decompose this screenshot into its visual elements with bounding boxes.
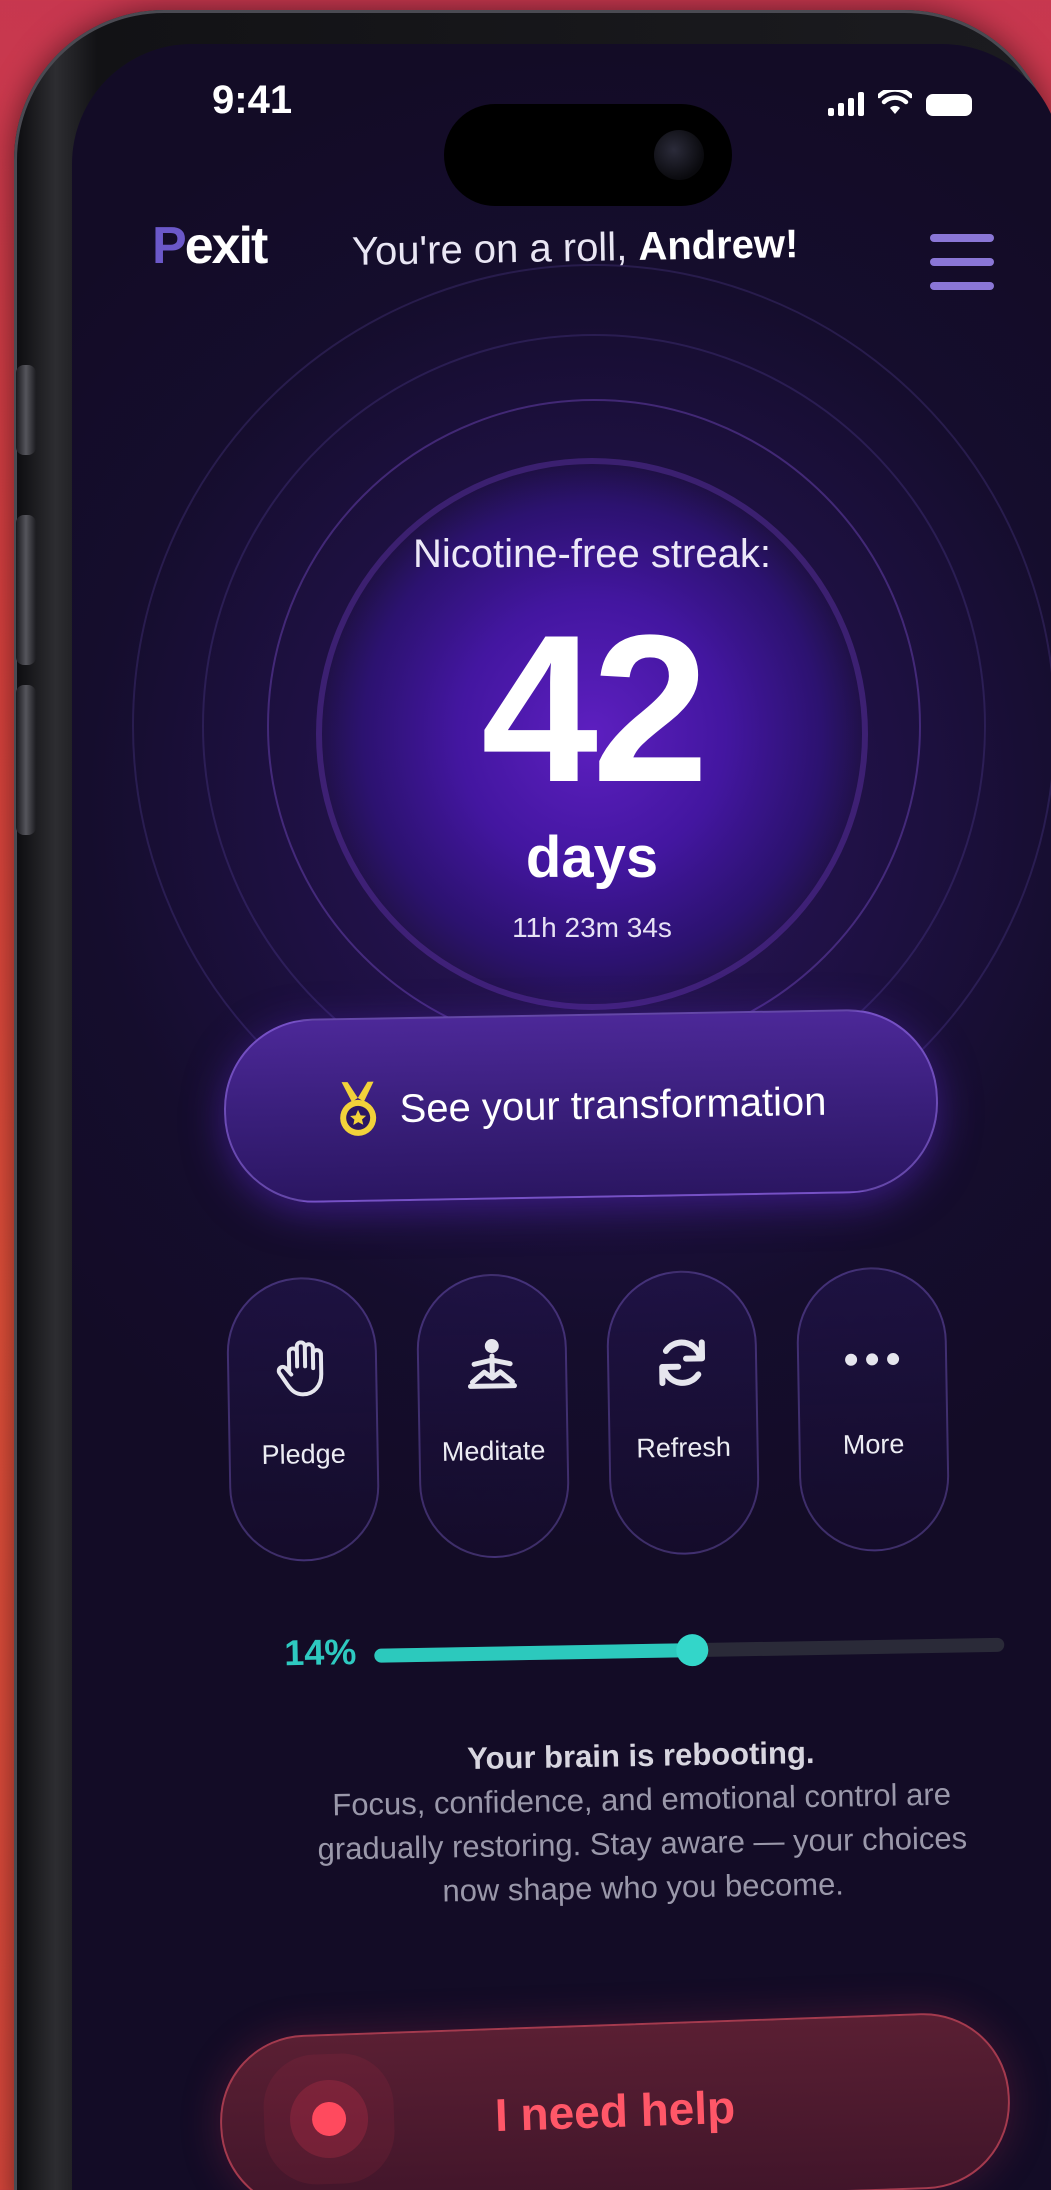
action-row: Pledge Meditate Refresh More	[225, 1265, 991, 1563]
more-button[interactable]: More	[795, 1266, 951, 1553]
volume-down-button	[16, 685, 36, 835]
status-message: Your brain is rebooting. Focus, confiden…	[291, 1728, 994, 1916]
progress-knob	[676, 1633, 709, 1667]
hand-icon	[272, 1339, 333, 1400]
progress-fill	[374, 1633, 709, 1667]
streak-elapsed-time: 11h 23m 34s	[512, 912, 672, 943]
app-screen: 9:41 Pexit You're on a roll, Andrew! Nic…	[72, 44, 1051, 2190]
meditate-button[interactable]: Meditate	[415, 1272, 571, 1560]
app-logo: Pexit	[152, 216, 269, 276]
streak-unit: days	[525, 825, 659, 890]
greeting-name: Andrew!	[637, 222, 799, 269]
more-label: More	[842, 1428, 905, 1460]
need-help-label: I need help	[493, 2080, 736, 2142]
need-help-button[interactable]: I need help	[217, 2010, 1013, 2190]
pledge-label: Pledge	[261, 1438, 346, 1471]
see-transformation-button[interactable]: See your transformation	[222, 1007, 940, 1205]
phone-frame: 9:41 Pexit You're on a roll, Andrew! Nic…	[14, 10, 1051, 2190]
refresh-button[interactable]: Refresh	[605, 1269, 761, 1556]
front-camera	[654, 130, 704, 180]
refresh-icon	[652, 1332, 713, 1393]
progress-track	[374, 1633, 1005, 1667]
streak-count: 42	[481, 591, 709, 826]
status-time: 9:41	[212, 78, 293, 122]
refresh-label: Refresh	[636, 1431, 732, 1464]
progress-percent: 14%	[283, 1631, 357, 1674]
meditation-icon	[462, 1335, 523, 1396]
logo-text: exit	[184, 217, 269, 275]
status-icons	[828, 90, 972, 116]
see-transformation-label: See your transformation	[399, 1079, 827, 1131]
message-body: Focus, confidence, and emotional control…	[317, 1776, 968, 1909]
pledge-button[interactable]: Pledge	[225, 1276, 381, 1563]
meditate-label: Meditate	[441, 1435, 546, 1467]
more-dots-icon	[842, 1329, 903, 1390]
hamburger-menu-icon[interactable]	[930, 234, 994, 290]
streak-label: Nicotine-free streak:	[413, 532, 771, 576]
battery-icon	[926, 94, 972, 116]
dynamic-island	[444, 104, 732, 206]
recovery-progress: 14%	[284, 1628, 1005, 1673]
logo-letter-p: P	[152, 217, 187, 275]
medal-icon	[339, 1081, 376, 1136]
volume-up-button	[16, 515, 36, 665]
wifi-icon	[878, 90, 912, 114]
action-button	[16, 365, 36, 455]
cellular-signal-icon	[828, 92, 864, 116]
